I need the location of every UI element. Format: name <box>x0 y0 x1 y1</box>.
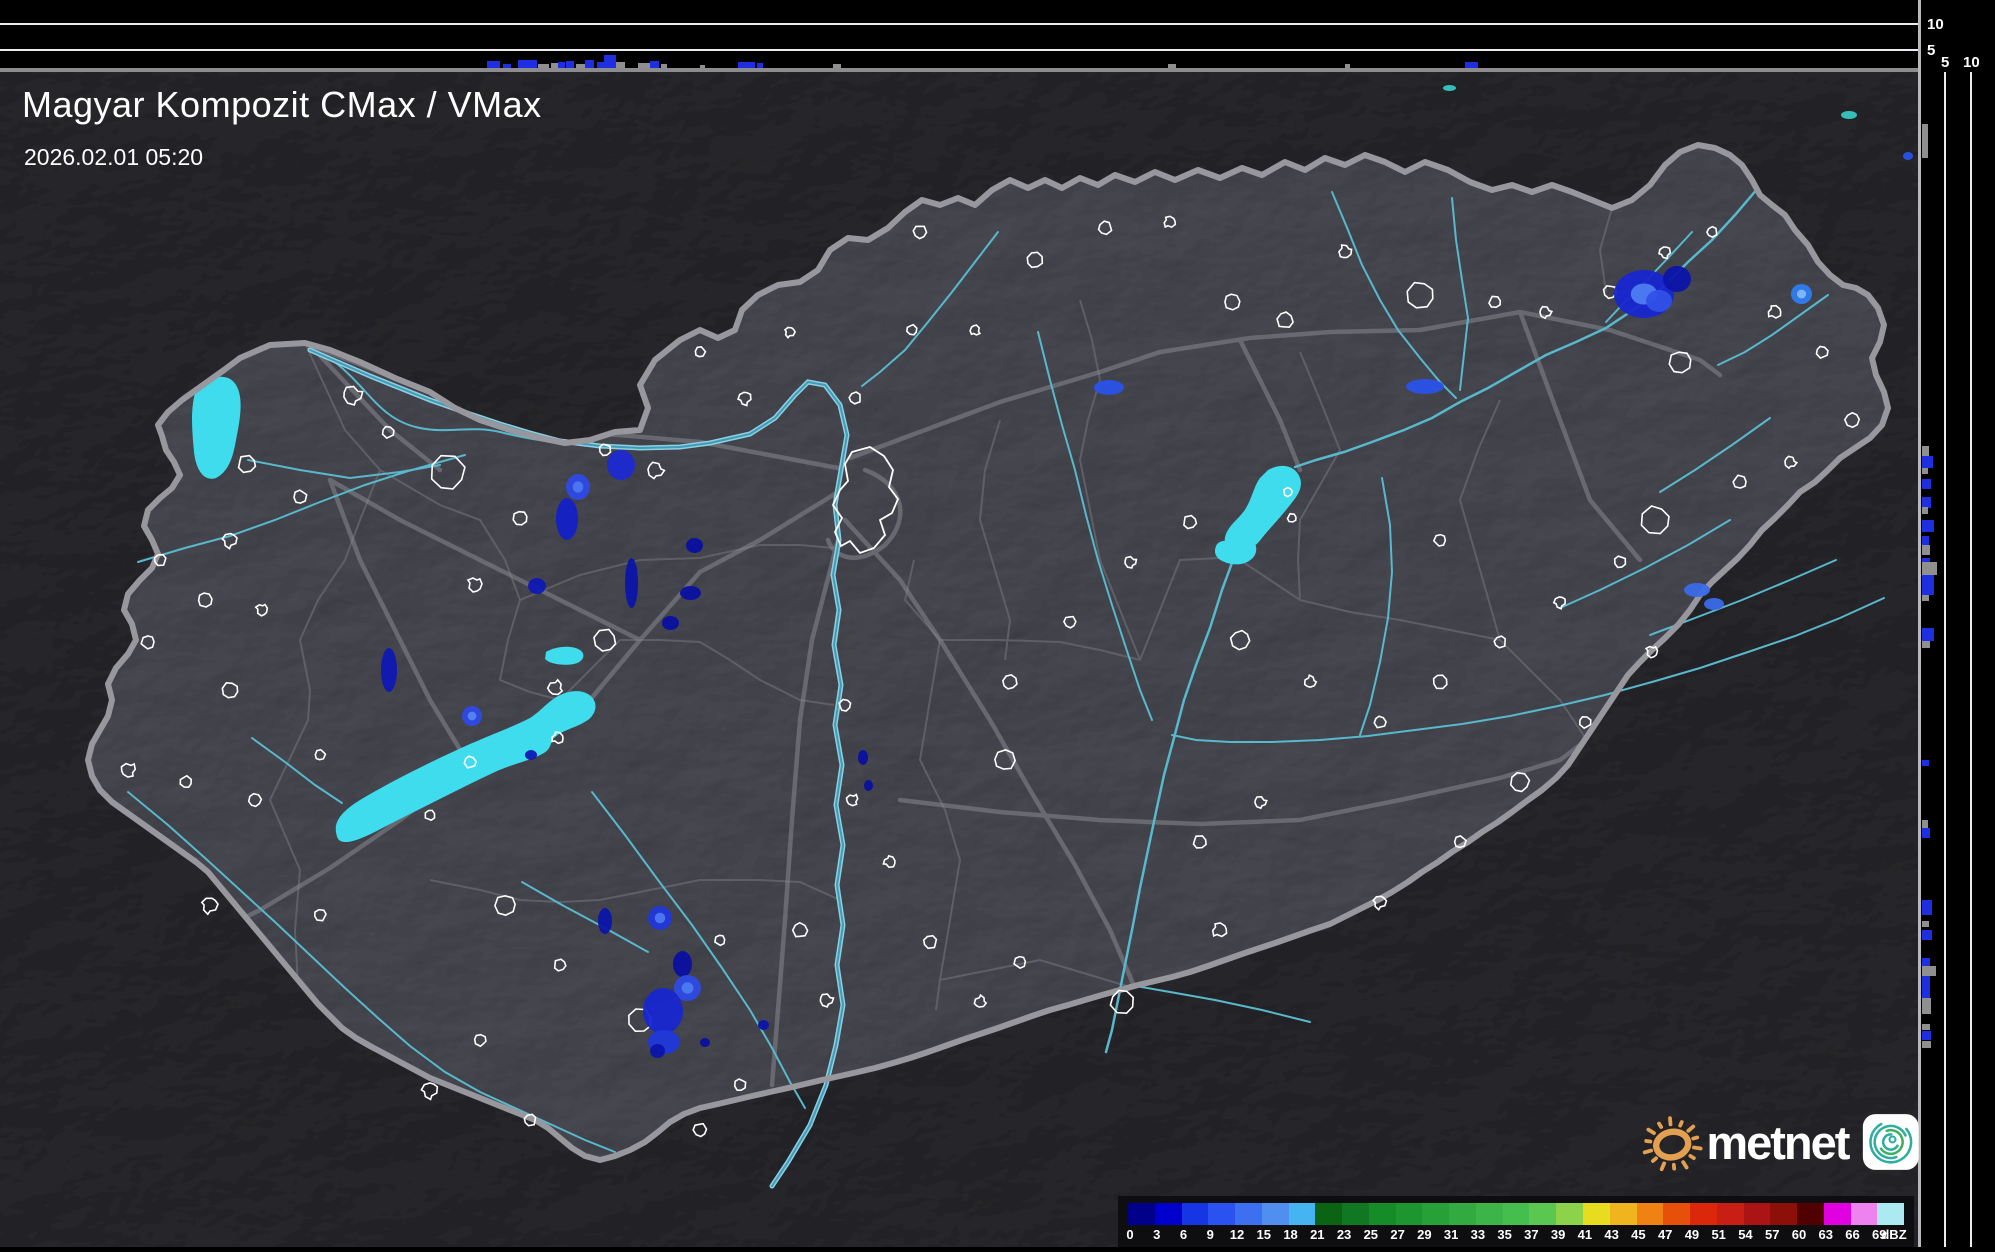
radar-echo <box>1684 583 1710 597</box>
dbz-colorbar-segments <box>1128 1203 1904 1225</box>
radar-echo <box>650 1044 665 1058</box>
radar-echo <box>1406 379 1444 394</box>
radar-echo <box>598 908 612 934</box>
radar-echo <box>700 1038 710 1047</box>
radar-echo <box>643 988 683 1034</box>
radar-echo <box>1704 598 1724 610</box>
dbz-colorbar: 0369121518212325272931333537394143454749… <box>1118 1196 1914 1247</box>
page-title: Magyar Kompozit CMax / VMax <box>22 84 542 126</box>
timestamp: 2026.02.01 05:20 <box>24 144 203 171</box>
radar-echo <box>686 538 703 553</box>
radar-screen: { "header": { "title": "Magyar Kompozit … <box>0 0 1995 1247</box>
vertical-axis-tick-10: 10 <box>1927 17 1944 32</box>
radar-echo <box>758 1020 769 1030</box>
radar-echo <box>1663 266 1691 292</box>
radar-echo <box>556 498 578 540</box>
terrain-layer <box>0 72 1918 1247</box>
top-gridline-5 <box>0 49 1918 51</box>
radar-echo <box>1841 111 1857 119</box>
radar-echo <box>528 578 546 594</box>
radar-echo <box>1094 380 1124 395</box>
radar-map <box>0 72 1918 1247</box>
map-top-frame <box>0 68 1918 72</box>
radar-echo <box>662 616 679 630</box>
radar-echo <box>864 780 873 791</box>
radar-echo <box>1903 152 1913 160</box>
radar-echo <box>1646 290 1672 312</box>
radar-echo-core <box>573 481 584 492</box>
radar-echo <box>1443 85 1456 91</box>
top-gridline-10 <box>0 23 1918 25</box>
dbz-colorbar-labels: 0369121518212325272931333537394143454749… <box>1128 1227 1904 1243</box>
metnet-app-icon <box>1862 1108 1920 1176</box>
right-gridline-10 <box>1970 72 1972 1247</box>
radar-echo <box>381 648 397 692</box>
radar-echo-core <box>655 913 666 924</box>
radar-echo-core <box>682 982 694 993</box>
radar-echo <box>607 450 635 480</box>
horizontal-axis-tick-10: 10 <box>1963 55 1980 70</box>
radar-echo <box>858 750 868 765</box>
vertical-axis-tick-5: 5 <box>1927 43 1935 58</box>
logo-wordmark: metnet <box>1706 1115 1848 1170</box>
top-histogram-strip <box>0 0 1918 72</box>
radar-echo-core <box>468 712 477 721</box>
sun-icon <box>1640 1100 1704 1184</box>
right-histogram-strip: 10 5 5 10 <box>1921 0 1995 1247</box>
horizontal-axis-tick-5: 5 <box>1941 55 1949 70</box>
hungary-map-svg <box>0 72 1918 1247</box>
radar-echo <box>680 586 701 600</box>
radar-echo-core <box>1797 290 1806 299</box>
radar-echo <box>673 951 692 977</box>
metnet-logo[interactable]: metnet <box>1640 1100 1920 1184</box>
radar-echo <box>625 558 638 608</box>
radar-echo <box>525 750 537 760</box>
right-gridline-5 <box>1944 72 1946 1247</box>
